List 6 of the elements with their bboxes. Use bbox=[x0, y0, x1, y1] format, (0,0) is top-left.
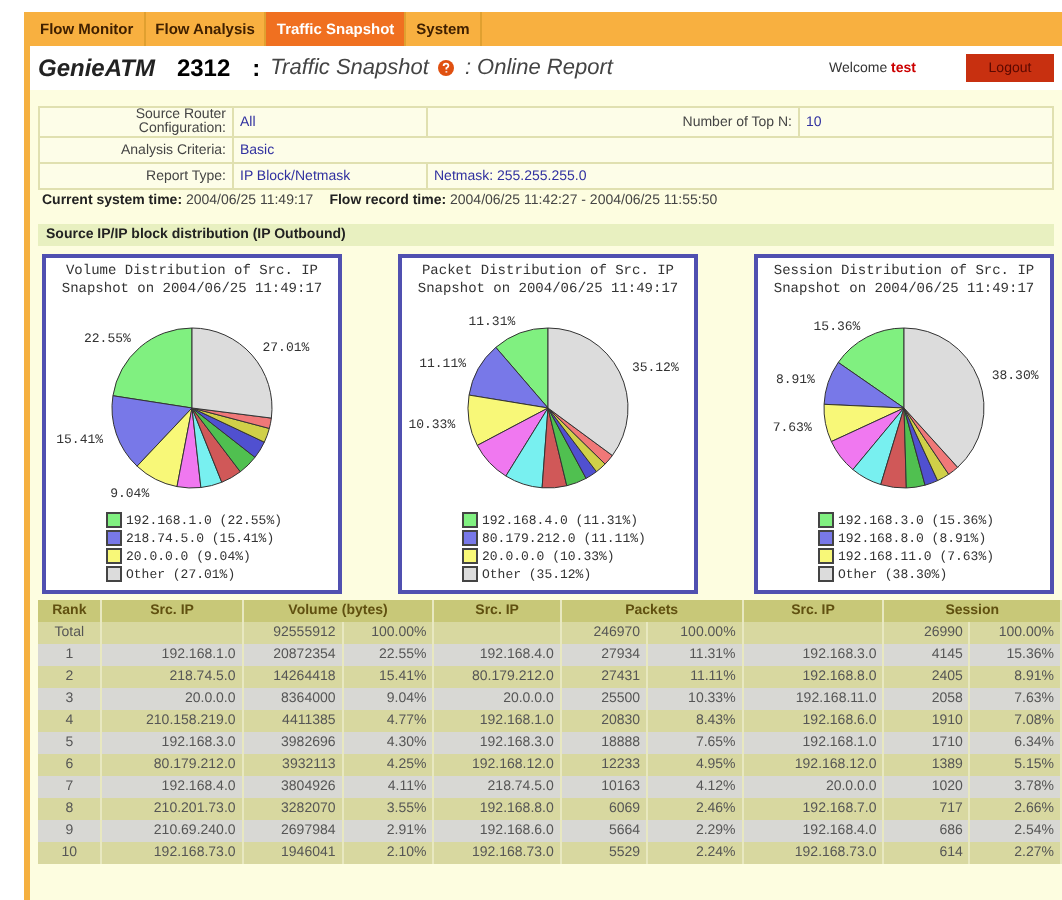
title-separator: : bbox=[252, 54, 261, 82]
page-title: : Online Report bbox=[464, 56, 613, 80]
model-number: 2312 bbox=[176, 54, 231, 82]
section-title: Traffic Snapshot bbox=[270, 56, 429, 80]
help-icon[interactable] bbox=[438, 60, 455, 76]
product-name: GenieATM bbox=[38, 54, 155, 82]
